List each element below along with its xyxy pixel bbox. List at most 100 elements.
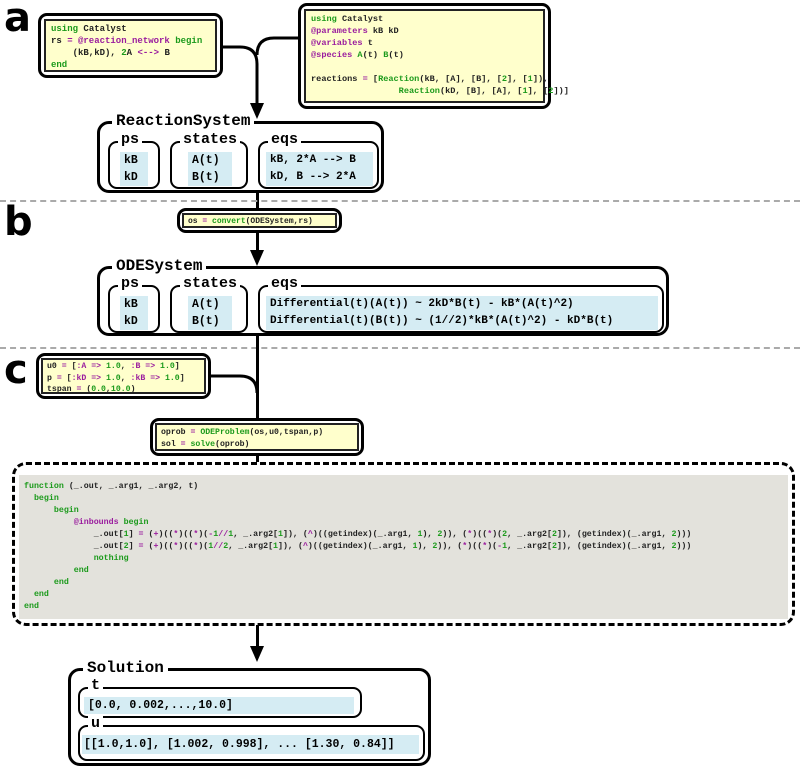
code-token: <-->: [137, 48, 160, 58]
code-token: ]), (: [283, 530, 308, 539]
code-token: p: [47, 373, 57, 383]
code-token: (t): [388, 50, 404, 60]
code-token: )((getindex)(_.arg1,: [312, 530, 418, 539]
code-token: tspan: [47, 385, 77, 394]
code-line: p = [:kD => 1.0, :kB => 1.0]: [47, 373, 200, 385]
states-values: A(t) B(t): [188, 152, 232, 186]
eqs-values: Differential(t)(A(t)) ~ 2kD*B(t) - kB*(A…: [266, 296, 658, 330]
reaction-system-panel: ReactionSystem ps kB kD states A(t) B(t)…: [97, 112, 384, 193]
code-token: 10.0: [110, 385, 131, 394]
code-token: reactions: [311, 74, 363, 84]
panel-label-a: a: [4, 0, 31, 41]
code-token: [: [66, 362, 77, 371]
ps-values: kB kD: [120, 296, 148, 330]
code-token: [: [367, 74, 379, 84]
eqs-label: eqs: [268, 132, 302, 148]
flow-line-c: [256, 336, 259, 420]
t-box: t [0.0, 0.002,...,10.0]: [78, 678, 362, 718]
code-token: 1.0: [160, 373, 180, 383]
code-token: kB kD: [367, 26, 399, 36]
code-token: , _.arg2[: [233, 530, 279, 539]
code-token: [: [61, 373, 72, 383]
code-token: :B =>: [130, 362, 156, 371]
code-token: (_.out, _.arg1, _.arg2, t): [63, 482, 199, 491]
code-token: _.out[: [24, 530, 124, 539]
eqs-values: kB, 2*A --> B kD, B --> 2*A: [266, 152, 373, 186]
eqs-box: eqs kB, 2*A --> B kD, B --> 2*A: [258, 132, 379, 189]
section-divider: [0, 347, 800, 349]
dsl-code: using Catalyst rs = @reaction_network beg…: [51, 23, 210, 71]
code-token: solve: [185, 439, 216, 449]
code-line: (kB,kD), 2A <--> B: [51, 47, 210, 59]
code-token: A: [352, 50, 363, 60]
code-token: )((: [158, 530, 174, 539]
eqs-box: eqs Differential(t)(A(t)) ~ 2kD*B(t) - k…: [258, 276, 664, 333]
panel-label-c: c: [4, 347, 28, 393]
code-token: oprob: [161, 428, 191, 437]
code-token: ))): [676, 530, 692, 539]
code-line: end: [24, 577, 783, 589]
states-box: states A(t) B(t): [170, 276, 248, 333]
code-line: tspan = (0.0,10.0): [47, 384, 200, 396]
code-line: Reaction(kD, [B], [A], [1], [2])]: [311, 85, 569, 97]
code-token: ]), (: [278, 542, 303, 551]
code-token: )), (: [442, 530, 468, 539]
code-line: reactions = [Reaction(kB, [A], [B], [2],…: [311, 73, 548, 85]
t-values: [0.0, 0.002,...,10.0]: [84, 697, 354, 714]
code-token: end: [24, 602, 39, 611]
states-box: states A(t) B(t): [170, 132, 248, 189]
code-token: begin: [169, 36, 203, 46]
code-line: @inbounds begin: [24, 517, 783, 529]
u-box: u [[1.0,1.0], [1.002, 0.998], ... [1.30,…: [78, 716, 425, 761]
code-token: @inbounds: [24, 518, 119, 527]
states-label: states: [180, 132, 241, 148]
eqs-label: eqs: [268, 276, 302, 292]
arrow-down-icon: [250, 250, 264, 266]
code-token: using: [311, 14, 337, 24]
code-token: ,: [120, 362, 131, 371]
code-line: begin: [24, 493, 783, 505]
code-token: ]: [128, 530, 139, 539]
code-line: oprob = ODEProblem(os,u0,tspan,p): [161, 427, 353, 439]
code-token: = @reaction_network: [67, 36, 170, 46]
code-token: )(: [487, 542, 498, 551]
code-token: (ODESystem,rs): [245, 217, 313, 226]
catalyst-workflow-diagram: a b c using Catalyst rs = @reaction_netwo…: [0, 0, 800, 769]
convert-code: os = convert(ODESystem,rs): [188, 216, 331, 227]
solve-code-box: oprob = ODEProblem(os,u0,tspan,p) sol = s…: [150, 418, 364, 456]
code-token: 1.0: [155, 362, 175, 371]
code-token: ]), (getindex)(_.arg1,: [556, 542, 672, 551]
code-line: rs = @reaction_network begin: [51, 35, 210, 47]
code-token: nothing: [24, 554, 129, 563]
code-token: ,: [120, 373, 131, 383]
code-line: sol = solve(oprob): [161, 439, 353, 451]
u-label: u: [88, 716, 104, 732]
code-token: function: [24, 482, 64, 491]
code-token: A: [126, 48, 138, 58]
code-token: ], [: [507, 74, 528, 84]
code-token: ]: [174, 362, 180, 371]
code-token: )((: [467, 542, 483, 551]
code-token: ),: [422, 530, 438, 539]
code-token: )((: [158, 542, 174, 551]
code-token: :kD =>: [71, 373, 102, 383]
code-line: @species A(t) B(t): [311, 49, 538, 61]
code-token: )), (: [437, 542, 463, 551]
ps-label: ps: [118, 276, 143, 292]
connector-dsl: [222, 45, 259, 110]
code-token: Catalyst: [336, 14, 384, 24]
code-token: Catalyst: [78, 24, 127, 34]
code-token: )(: [492, 530, 503, 539]
solve-code: oprob = ODEProblem(os,u0,tspan,p) sol = s…: [161, 427, 353, 450]
params-code: u0 = [:A => 1.0, :B => 1.0] p = [:kD => 1…: [47, 361, 200, 396]
code-token: ]), (getindex)(_.arg1,: [556, 530, 672, 539]
code-token: ]),: [532, 74, 549, 84]
params-code-box: u0 = [:A => 1.0, :B => 1.0] p = [:kD => 1…: [36, 353, 211, 399]
code-line: nothing: [24, 553, 783, 565]
connector-api: [255, 36, 298, 56]
code-line: end: [24, 565, 783, 577]
code-token: (: [143, 530, 154, 539]
code-token: )((: [472, 530, 488, 539]
